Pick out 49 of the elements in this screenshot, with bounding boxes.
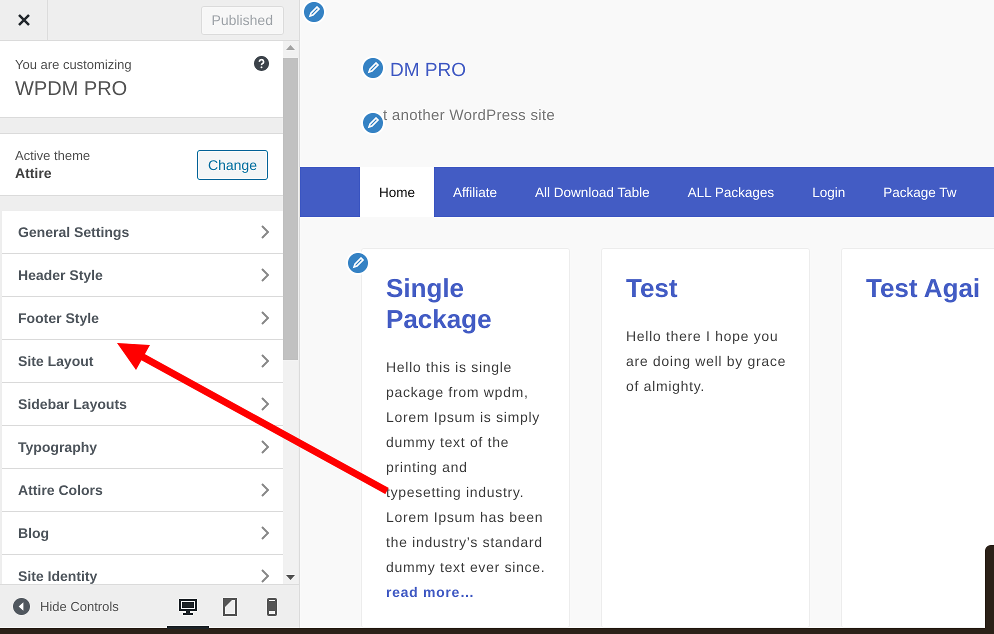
section-item[interactable]: Header Style: [2, 254, 283, 297]
theme-name: Attire: [15, 165, 53, 181]
chevron-icon: [261, 225, 269, 239]
scroll-down-icon[interactable]: [286, 575, 295, 580]
nav-menu-item[interactable]: Affiliate: [434, 167, 516, 217]
chevron-icon: [261, 354, 269, 368]
nav-menu-item[interactable]: Login: [793, 167, 864, 217]
site-tagline: t another WordPress site: [383, 107, 555, 124]
post-excerpt: Hello there I hope you are doing well by grace of almighty.: [626, 327, 787, 396]
hide-controls-button[interactable]: Hide Controls: [13, 598, 119, 615]
nav-menu-item[interactable]: Home: [360, 167, 434, 217]
post-title[interactable]: Single Package: [386, 273, 547, 335]
edit-pencil-icon[interactable]: [361, 56, 385, 80]
read-more-link[interactable]: read more…: [386, 584, 475, 600]
chevron-icon: [261, 440, 269, 454]
scrollbar-thumb[interactable]: [283, 58, 298, 360]
chevron-icon: [261, 483, 269, 497]
chevron-icon: [261, 526, 269, 540]
customizing-label: You are customizing: [15, 57, 133, 72]
chevron-icon: [261, 397, 269, 411]
nav-menu-item[interactable]: All Download Table: [516, 167, 669, 217]
section-item[interactable]: Sidebar Layouts: [2, 383, 283, 426]
site-title-link[interactable]: DM PRO: [390, 60, 466, 82]
section-item[interactable]: Blog: [2, 512, 283, 555]
section-item[interactable]: General Settings: [2, 211, 283, 254]
chevron-icon: [261, 569, 269, 583]
change-theme-button[interactable]: Change: [196, 150, 268, 180]
help-icon[interactable]: [254, 56, 269, 71]
edit-pencil-icon[interactable]: [302, 0, 326, 24]
section-item[interactable]: Attire Colors: [2, 469, 283, 512]
site-name: WPDM PRO: [15, 78, 128, 101]
section-item[interactable]: Site Identity: [2, 555, 283, 584]
nav-menu-item[interactable]: Package Tw: [864, 167, 976, 217]
edit-pencil-icon[interactable]: [346, 251, 370, 275]
section-item[interactable]: Site Layout: [2, 340, 283, 383]
desktop-icon: [178, 596, 198, 616]
tablet-icon: [220, 596, 240, 616]
section-item[interactable]: Footer Style: [2, 297, 283, 340]
close-icon: [16, 13, 30, 27]
edit-pencil-icon[interactable]: [361, 111, 385, 135]
section-item[interactable]: Typography: [2, 426, 283, 469]
scroll-up-icon[interactable]: [286, 45, 295, 50]
post-title[interactable]: Test: [626, 273, 787, 304]
nav-menu-item[interactable]: ALL Packages: [668, 167, 794, 217]
active-theme-label: Active theme: [15, 148, 90, 163]
chevron-icon: [261, 268, 269, 282]
post-excerpt: Hello this is single package from wpdm, Lorem Ipsum is simply dummy text of the printing and typesetting industry. Lorem Ipsum has been the industry’s standard dummy text ever since. read more…: [386, 358, 546, 602]
post-title[interactable]: Test Agai: [866, 273, 994, 304]
chevron-icon: [261, 311, 269, 325]
